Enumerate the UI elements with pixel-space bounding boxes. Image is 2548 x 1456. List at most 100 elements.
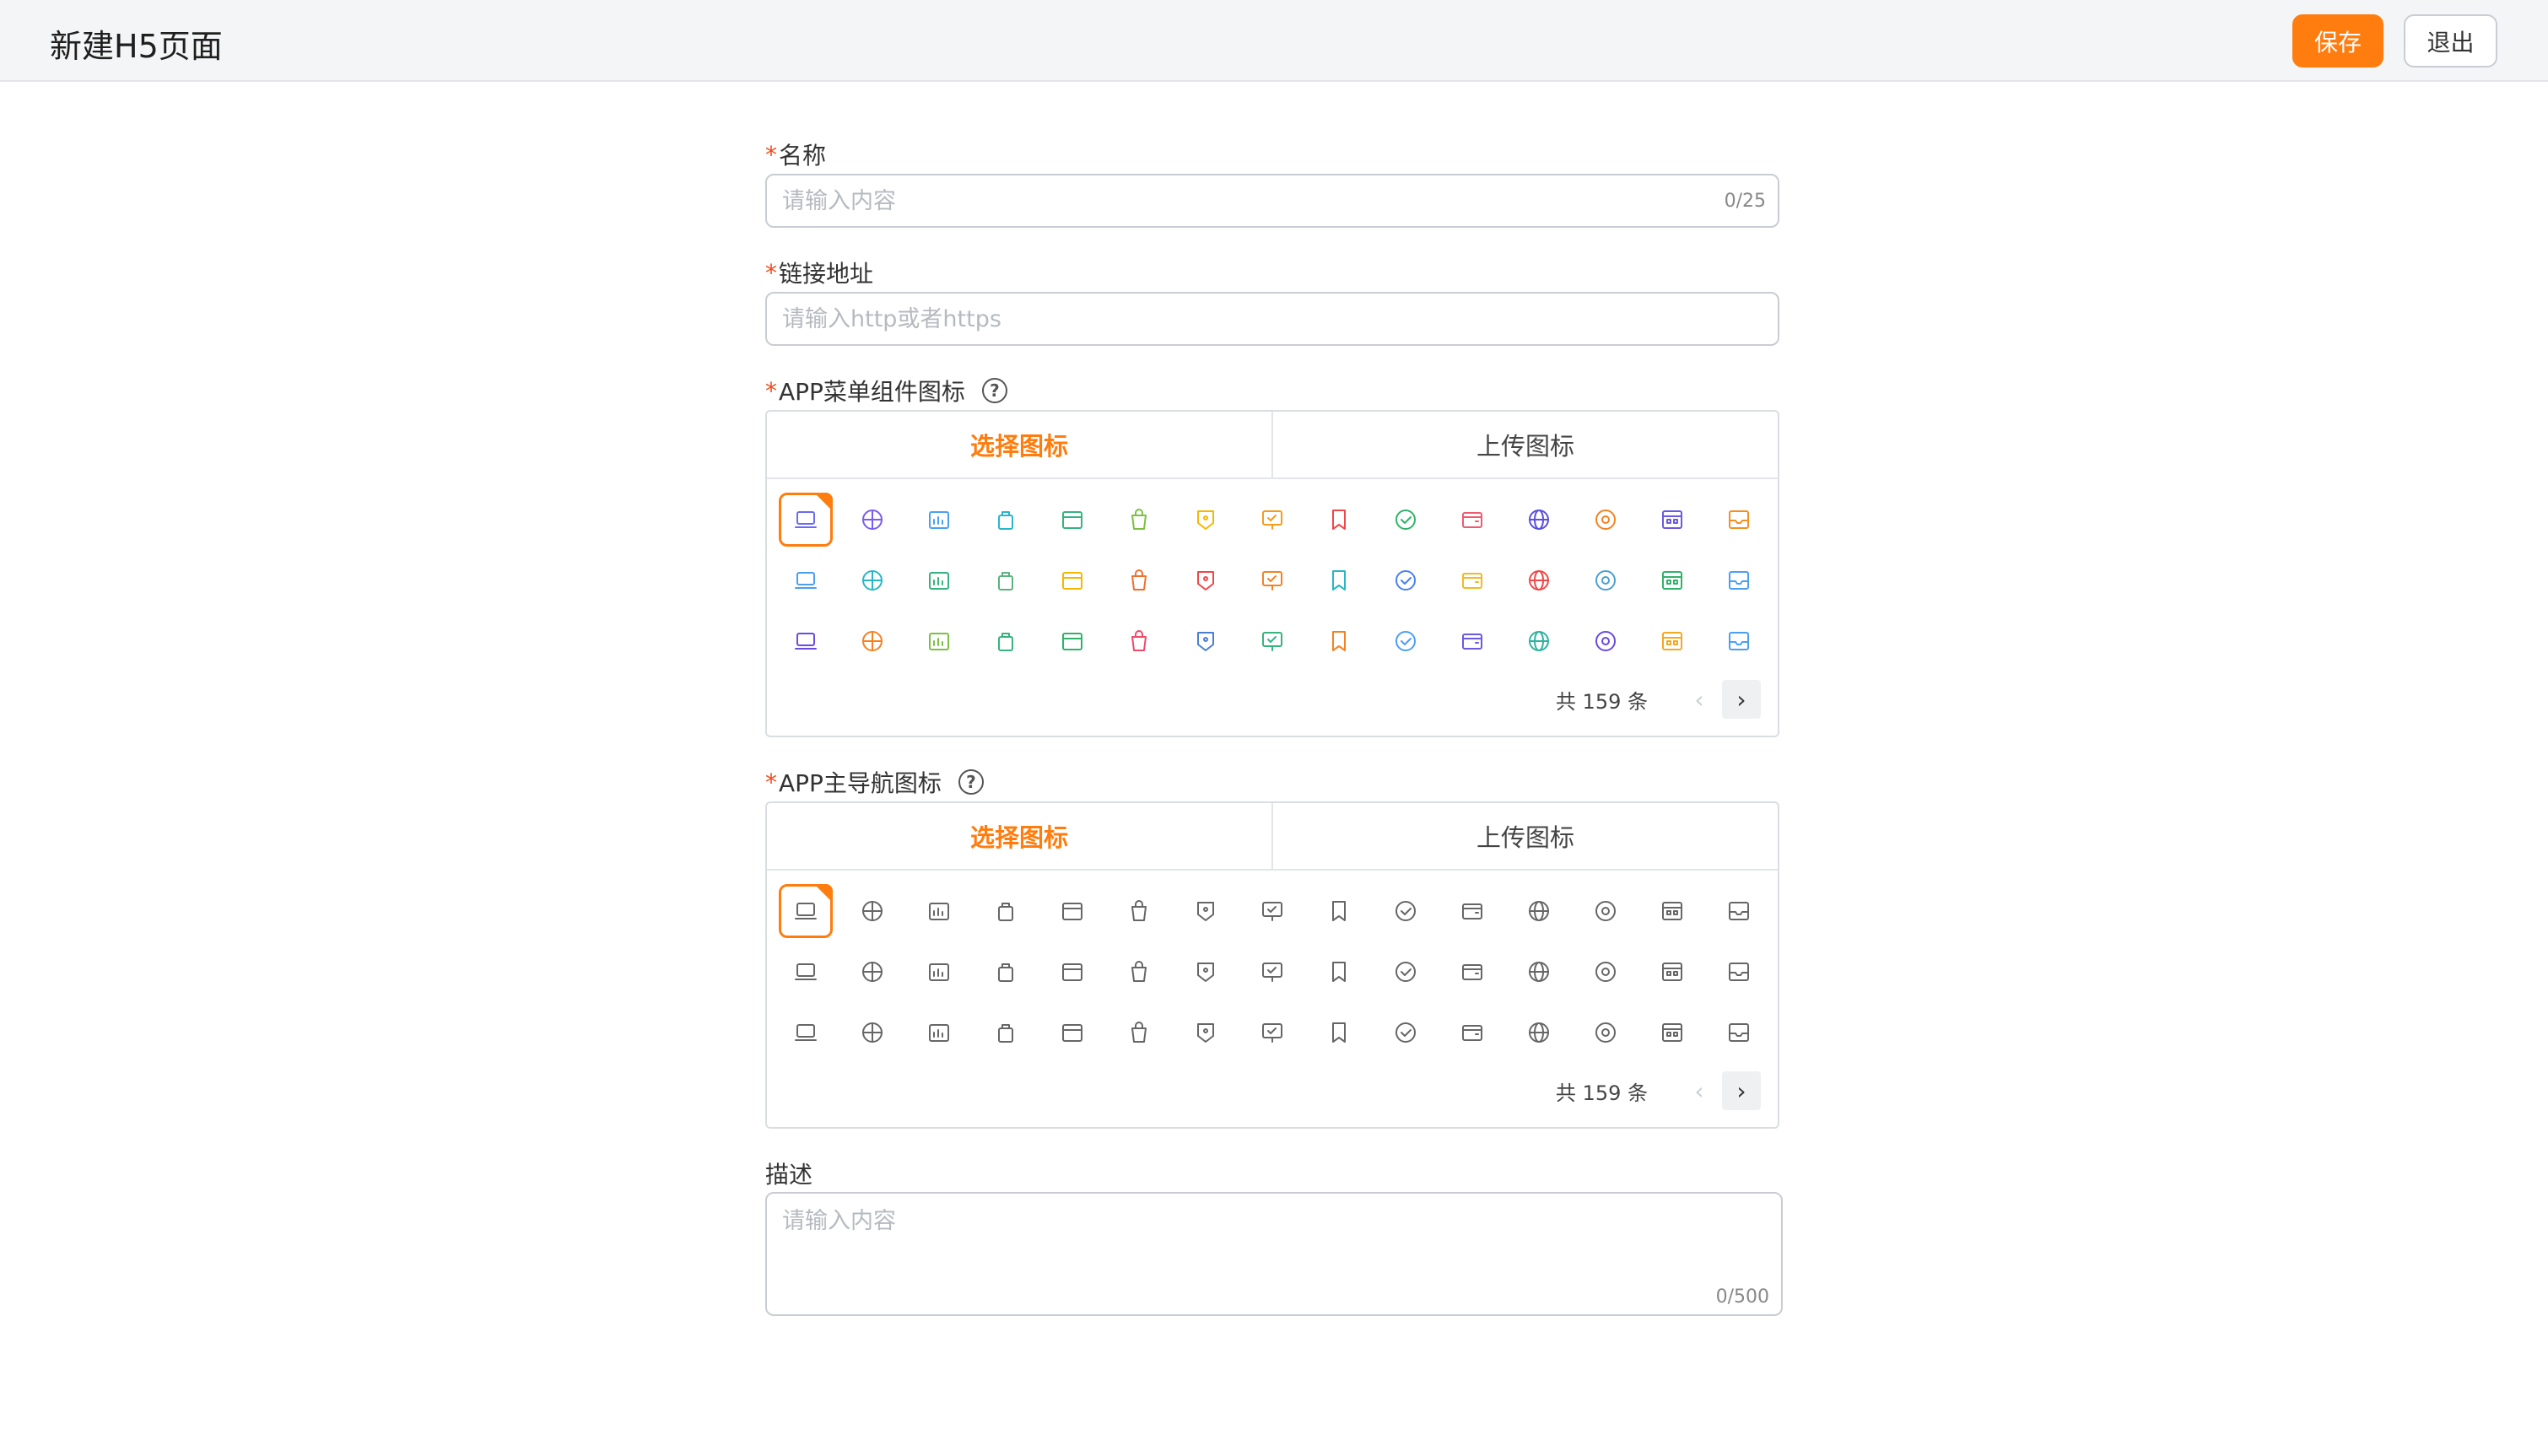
buildings-icon[interactable] xyxy=(1179,553,1233,607)
chart-plus-icon[interactable] xyxy=(912,493,966,547)
line-chart-icon[interactable] xyxy=(979,945,1033,999)
cloud-upload-icon[interactable] xyxy=(1179,614,1233,668)
laptop-icon[interactable] xyxy=(779,884,833,938)
x-network-icon[interactable] xyxy=(1312,553,1366,607)
exit-button[interactable]: 退出 xyxy=(2404,14,2497,67)
question-icon[interactable] xyxy=(1379,1006,1433,1060)
shield-settings-icon[interactable] xyxy=(1045,1006,1099,1060)
bulb-icon[interactable] xyxy=(1579,614,1633,668)
signpost-icon[interactable] xyxy=(1045,553,1099,607)
signpost-icon[interactable] xyxy=(1045,945,1099,999)
radio-icon[interactable] xyxy=(1445,1006,1499,1060)
compass-icon[interactable] xyxy=(845,884,899,938)
pie-clock-icon[interactable] xyxy=(1512,945,1566,999)
office-icon[interactable] xyxy=(1445,553,1499,607)
wallet-icon[interactable] xyxy=(1445,884,1499,938)
office-icon[interactable] xyxy=(1445,945,1499,999)
medal-icon[interactable] xyxy=(1645,614,1699,668)
tab-select-icon[interactable]: 选择图标 xyxy=(767,412,1271,477)
backpack-icon[interactable] xyxy=(979,884,1033,938)
next-page-button[interactable]: › xyxy=(1722,1071,1761,1110)
help-icon[interactable]: ? xyxy=(981,378,1007,403)
screen-check-icon[interactable] xyxy=(1245,884,1299,938)
apps-icon[interactable] xyxy=(779,614,833,668)
check-circle-icon[interactable] xyxy=(1379,884,1433,938)
inbox-icon[interactable] xyxy=(1712,884,1766,938)
question-icon[interactable] xyxy=(1379,614,1433,668)
buildings-icon[interactable] xyxy=(1179,945,1233,999)
archive-icon[interactable] xyxy=(779,553,833,607)
clipboard-doc-icon[interactable] xyxy=(912,614,966,668)
bookmark-icon[interactable] xyxy=(1312,493,1366,547)
chart-plus-icon[interactable] xyxy=(912,884,966,938)
check-circle-icon[interactable] xyxy=(1379,493,1433,547)
save-button[interactable]: 保存 xyxy=(2292,14,2383,67)
calendar-icon[interactable] xyxy=(1045,884,1099,938)
frame-icon[interactable] xyxy=(1312,1006,1366,1060)
target-icon[interactable] xyxy=(1579,493,1633,547)
shield-star-icon[interactable] xyxy=(1179,493,1233,547)
target-icon[interactable] xyxy=(1579,884,1633,938)
clipboard-check-icon[interactable] xyxy=(912,553,966,607)
shopping-bag-icon[interactable] xyxy=(1112,884,1166,938)
prev-page-button[interactable]: ‹ xyxy=(1680,1071,1719,1110)
aperture-icon[interactable] xyxy=(1245,945,1299,999)
medal-icon[interactable] xyxy=(1645,1006,1699,1060)
pencil-icon[interactable] xyxy=(845,553,899,607)
home-icon[interactable] xyxy=(1579,553,1633,607)
aperture-icon[interactable] xyxy=(1245,553,1299,607)
pie-clock-icon[interactable] xyxy=(1512,553,1566,607)
grid-panel-icon[interactable] xyxy=(1645,884,1699,938)
inbox-icon[interactable] xyxy=(1712,493,1766,547)
clipboard-check-icon[interactable] xyxy=(912,945,966,999)
globe-icon[interactable] xyxy=(1512,884,1566,938)
id-badge-icon[interactable] xyxy=(1112,553,1166,607)
frame-icon[interactable] xyxy=(1312,614,1366,668)
prev-page-button[interactable]: ‹ xyxy=(1680,680,1719,719)
yen-screen-icon[interactable] xyxy=(1645,553,1699,607)
molecules-icon[interactable] xyxy=(1112,614,1166,668)
grid-panel-icon[interactable] xyxy=(1645,493,1699,547)
pencil-icon[interactable] xyxy=(845,945,899,999)
backpack-icon[interactable] xyxy=(979,493,1033,547)
compass-icon[interactable] xyxy=(845,493,899,547)
home-icon[interactable] xyxy=(1579,945,1633,999)
shop-icon[interactable] xyxy=(1712,614,1766,668)
store-icon[interactable] xyxy=(1712,945,1766,999)
shield-settings-icon[interactable] xyxy=(1045,614,1099,668)
name-field[interactable]: 0/25 xyxy=(765,174,1779,228)
doc-list-icon[interactable] xyxy=(1245,1006,1299,1060)
bulb-icon[interactable] xyxy=(1579,1006,1633,1060)
molecules-icon[interactable] xyxy=(1112,1006,1166,1060)
link-input[interactable] xyxy=(782,294,1676,344)
radio-icon[interactable] xyxy=(1445,614,1499,668)
tab-select-icon[interactable]: 选择图标 xyxy=(767,803,1271,869)
shield-star-icon[interactable] xyxy=(1179,884,1233,938)
apps-icon[interactable] xyxy=(779,1006,833,1060)
tab-upload-icon[interactable]: 上传图标 xyxy=(1271,803,1778,869)
id-badge-icon[interactable] xyxy=(1112,945,1166,999)
calendar-icon[interactable] xyxy=(1045,493,1099,547)
receipt-icon[interactable] xyxy=(845,614,899,668)
archive-icon[interactable] xyxy=(779,945,833,999)
laptop-icon[interactable] xyxy=(779,493,833,547)
yen-screen-icon[interactable] xyxy=(1645,945,1699,999)
shop-icon[interactable] xyxy=(1712,1006,1766,1060)
screen-check-icon[interactable] xyxy=(1245,493,1299,547)
link-field[interactable] xyxy=(765,292,1779,346)
next-page-button[interactable]: › xyxy=(1722,680,1761,719)
bolt-gear-icon[interactable] xyxy=(1512,1006,1566,1060)
x-network-icon[interactable] xyxy=(1312,945,1366,999)
store-icon[interactable] xyxy=(1712,553,1766,607)
name-input[interactable] xyxy=(782,175,1676,226)
notebook-icon[interactable] xyxy=(979,614,1033,668)
doc-list-icon[interactable] xyxy=(1245,614,1299,668)
desc-field[interactable]: 0/500 xyxy=(765,1192,1783,1316)
help-icon[interactable]: ? xyxy=(958,769,984,795)
window-icon[interactable] xyxy=(1379,945,1433,999)
tab-upload-icon[interactable]: 上传图标 xyxy=(1271,412,1778,477)
wallet-icon[interactable] xyxy=(1445,493,1499,547)
line-chart-icon[interactable] xyxy=(979,553,1033,607)
notebook-icon[interactable] xyxy=(979,1006,1033,1060)
desc-textarea[interactable] xyxy=(782,1202,1761,1278)
